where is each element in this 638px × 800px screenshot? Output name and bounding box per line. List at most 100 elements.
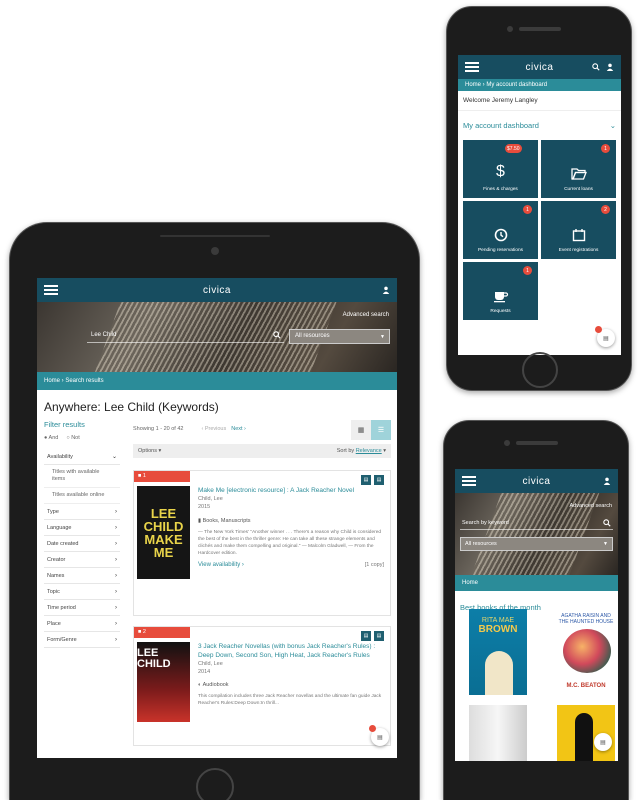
breadcrumb[interactable]: Home › My account dashboard: [458, 79, 621, 91]
and-radio[interactable]: ● And: [44, 435, 58, 441]
user-icon[interactable]: [606, 63, 614, 71]
filter-panel: Filter results ● And ○ Not Availability …: [44, 420, 120, 649]
phone-camera: [507, 26, 513, 32]
search-input[interactable]: Search by keyword: [460, 517, 613, 530]
view-availability-link[interactable]: View availability ›: [198, 562, 244, 568]
result-card: ■ 2 LEE CHILD ▤ ▤ 3 Jack Reacher Novella…: [133, 626, 391, 746]
result-number: ■ 2: [134, 627, 190, 638]
phone-device-dashboard: civica Home › My account dashboard Welco…: [446, 6, 632, 391]
menu-icon[interactable]: [44, 285, 58, 295]
chevron-right-icon: ›: [115, 540, 117, 547]
book-cover-agatha-raisin[interactable]: AGATHA RAISIN AND THE HAUNTED HOUSE M.C.…: [557, 609, 615, 695]
search-icon[interactable]: [592, 63, 600, 71]
user-icon[interactable]: [382, 286, 390, 294]
search-hero: Advanced search Search by keyword All re…: [455, 493, 618, 575]
requests-badge: 1: [523, 266, 532, 275]
result-title-link[interactable]: 3 Jack Reacher Novellas (with bonus Jack…: [198, 643, 384, 661]
book-icon: ▮: [198, 517, 202, 524]
phone-screen: civica Home › My account dashboard Welco…: [458, 55, 621, 355]
user-icon[interactable]: [603, 477, 611, 485]
clock-icon: [494, 228, 507, 242]
not-radio[interactable]: ○ Not: [66, 435, 79, 441]
advanced-search-link[interactable]: Advanced search: [343, 312, 389, 318]
filter-availability[interactable]: Availability ⌄: [44, 449, 120, 465]
phone-home-button[interactable]: [522, 352, 558, 388]
filter-date-created[interactable]: Date created ›: [44, 536, 120, 553]
book-cover[interactable]: [469, 705, 527, 761]
tile-current-loans[interactable]: 1 Current loans: [541, 140, 616, 198]
search-input[interactable]: Lee Child: [87, 329, 284, 343]
chevron-down-icon: ⌄: [609, 121, 616, 130]
dashboard-header[interactable]: My account dashboard ⌄: [458, 111, 621, 140]
search-hero: Advanced search Lee Child All resources …: [37, 302, 397, 372]
resource-scope-select[interactable]: All resources ▼: [289, 329, 390, 344]
sort-control[interactable]: Sort by Relevance ▾: [337, 448, 386, 454]
result-title-link[interactable]: Make Me [electronic resource] : A Jack R…: [198, 487, 384, 496]
result-format: ◐ Audiobook: [198, 682, 229, 689]
tablet-home-button[interactable]: [196, 768, 234, 800]
chat-icon: ▤: [603, 335, 609, 342]
book-cover[interactable]: LEE CHILD MAKE ME: [137, 486, 190, 579]
share-icon[interactable]: ▤: [374, 631, 384, 641]
chevron-right-icon: ›: [115, 556, 117, 563]
result-description: — The New York Times' "Another winner . …: [198, 529, 382, 556]
cat-illustration: [485, 651, 513, 695]
list-view-icon[interactable]: ☰: [371, 420, 391, 440]
bookmark-icon[interactable]: ▤: [361, 631, 371, 641]
calendar-icon: [572, 229, 585, 242]
menu-icon[interactable]: [465, 62, 479, 72]
filter-place[interactable]: Place ›: [44, 616, 120, 633]
filter-time-period[interactable]: Time period ›: [44, 600, 120, 617]
chat-icon: ▤: [600, 739, 606, 746]
book-cover[interactable]: LEE CHILD: [137, 642, 190, 722]
filter-form-genre[interactable]: Form/Genre ›: [44, 632, 120, 649]
resource-scope-select[interactable]: All resources ▼: [460, 537, 613, 551]
dollar-icon: $: [496, 163, 505, 180]
chat-icon: ▤: [377, 734, 383, 741]
filter-names[interactable]: Names ›: [44, 568, 120, 585]
coffee-cup-icon: [493, 292, 508, 303]
menu-icon[interactable]: [462, 476, 476, 486]
chat-fab-button[interactable]: ▤: [595, 326, 615, 347]
filter-creator[interactable]: Creator ›: [44, 552, 120, 569]
filter-type[interactable]: Type ›: [44, 504, 120, 521]
share-icon[interactable]: ▤: [374, 475, 384, 485]
results-panel: Showing 1 - 20 of 42 ‹ Previous Next › ▦…: [133, 420, 391, 746]
resource-scope-value: All resources: [465, 541, 497, 547]
filter-option-available-online[interactable]: Titles available online: [44, 488, 120, 505]
filter-language[interactable]: Language ›: [44, 520, 120, 537]
tile-fines[interactable]: $7.50 $ Fines & charges: [463, 140, 538, 198]
tile-pending-reservations[interactable]: 1 Pending reservations: [463, 201, 538, 259]
options-dropdown[interactable]: Options ▾: [138, 448, 161, 454]
chat-fab-button[interactable]: ▤: [369, 725, 389, 746]
notification-badge: [369, 725, 376, 732]
filter-topic[interactable]: Topic ›: [44, 584, 120, 601]
search-icon[interactable]: [603, 519, 611, 527]
previous-page-button[interactable]: ‹ Previous: [201, 426, 226, 432]
breadcrumb[interactable]: Home › Search results: [37, 372, 397, 390]
cover-illustration: [563, 629, 611, 673]
tile-event-registrations[interactable]: 2 Event registrations: [541, 201, 616, 259]
tile-requests[interactable]: 1 Requests: [463, 262, 538, 320]
chat-fab-button[interactable]: ▤: [594, 733, 612, 751]
phone-speaker: [519, 27, 561, 31]
result-description: This compilation includes three Jack Rea…: [198, 694, 382, 707]
chevron-right-icon: ›: [115, 572, 117, 579]
notification-badge: [595, 326, 602, 333]
filter-option-available-items[interactable]: Titles with available items: [44, 465, 120, 489]
grid-view-icon[interactable]: ▦: [351, 420, 371, 440]
search-icon[interactable]: [273, 331, 281, 339]
result-year: 2014: [198, 668, 211, 675]
headphones-icon: ◐: [198, 682, 202, 689]
chevron-right-icon: ›: [115, 604, 117, 611]
chevron-right-icon: ›: [115, 508, 117, 515]
caret-down-icon: ▼: [380, 334, 385, 340]
next-page-button[interactable]: Next ›: [231, 426, 246, 432]
chevron-right-icon: ›: [115, 620, 117, 627]
book-cover-rita-mae-brown[interactable]: RITA MAE BROWN: [469, 609, 527, 695]
advanced-search-link[interactable]: Advanced search: [570, 503, 613, 509]
breadcrumb[interactable]: Home: [455, 575, 618, 591]
bookmark-icon[interactable]: ▤: [361, 475, 371, 485]
reservations-badge: 1: [523, 205, 532, 214]
chevron-down-icon: ⌄: [111, 454, 117, 460]
